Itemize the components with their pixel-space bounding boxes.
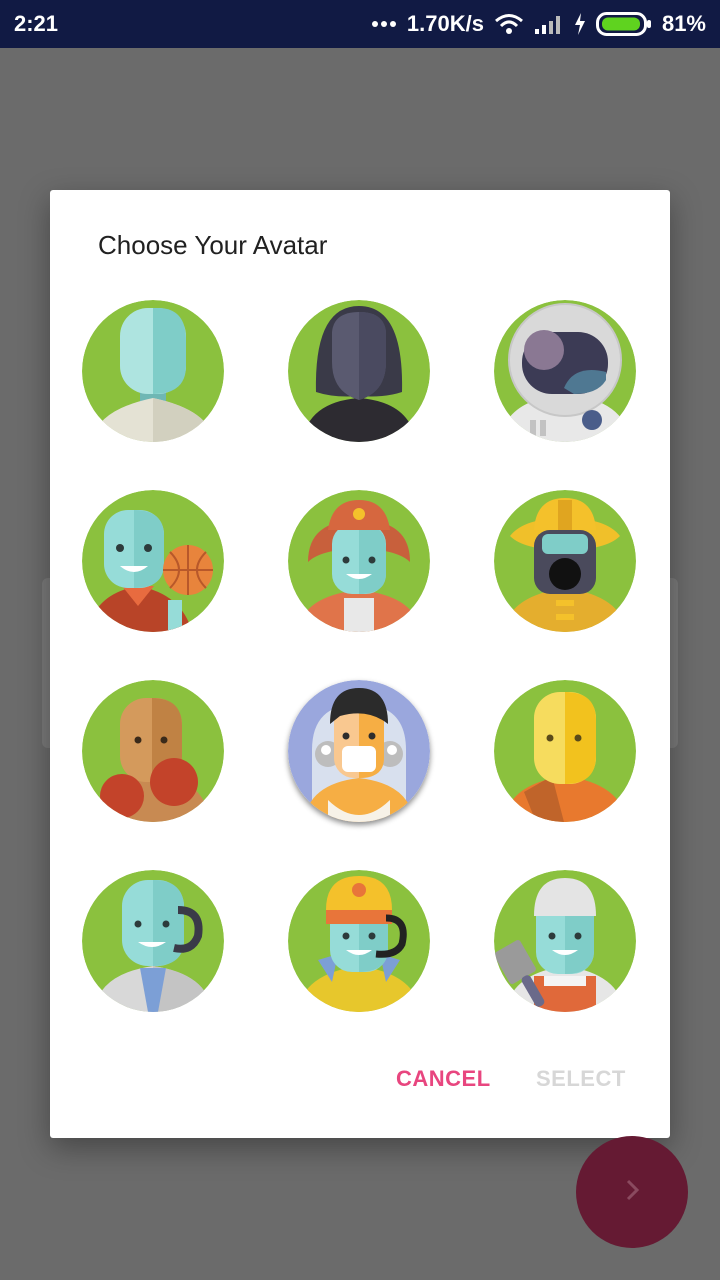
chevron-right-icon bbox=[617, 1175, 647, 1210]
avatar-basketball-player[interactable] bbox=[82, 490, 224, 632]
avatar-firefighter-mask[interactable] bbox=[494, 490, 636, 632]
cancel-button[interactable]: CANCEL bbox=[390, 1058, 497, 1100]
avatar-businessman-headset[interactable] bbox=[82, 870, 224, 1012]
avatar-yellow-man[interactable] bbox=[494, 680, 636, 822]
charging-icon bbox=[574, 13, 586, 35]
status-bar: 2:21 1.70K/s 81% bbox=[0, 0, 720, 48]
avatar-dialog: Choose Your Avatar CANCEL SELECT bbox=[50, 190, 670, 1138]
avatar-butcher[interactable] bbox=[494, 870, 636, 1012]
dots-icon bbox=[371, 20, 397, 28]
status-time: 2:21 bbox=[14, 11, 59, 36]
avatar-man[interactable] bbox=[82, 300, 224, 442]
avatar-boxer[interactable] bbox=[82, 680, 224, 822]
avatar-astronaut[interactable] bbox=[494, 300, 636, 442]
avatar-support-woman[interactable] bbox=[288, 870, 430, 1012]
avatar-woman[interactable] bbox=[288, 300, 430, 442]
battery-icon bbox=[595, 11, 652, 37]
network-speed: 1.70K/s bbox=[406, 11, 484, 36]
avatar-bride[interactable] bbox=[288, 680, 430, 822]
select-button[interactable]: SELECT bbox=[530, 1058, 632, 1100]
battery-level: 81% bbox=[661, 11, 706, 36]
signal-icon bbox=[534, 13, 564, 35]
wifi-icon bbox=[494, 12, 524, 36]
avatar-firefighter-woman[interactable] bbox=[288, 490, 430, 632]
next-fab-button[interactable] bbox=[576, 1136, 688, 1248]
dialog-title: Choose Your Avatar bbox=[98, 230, 328, 260]
